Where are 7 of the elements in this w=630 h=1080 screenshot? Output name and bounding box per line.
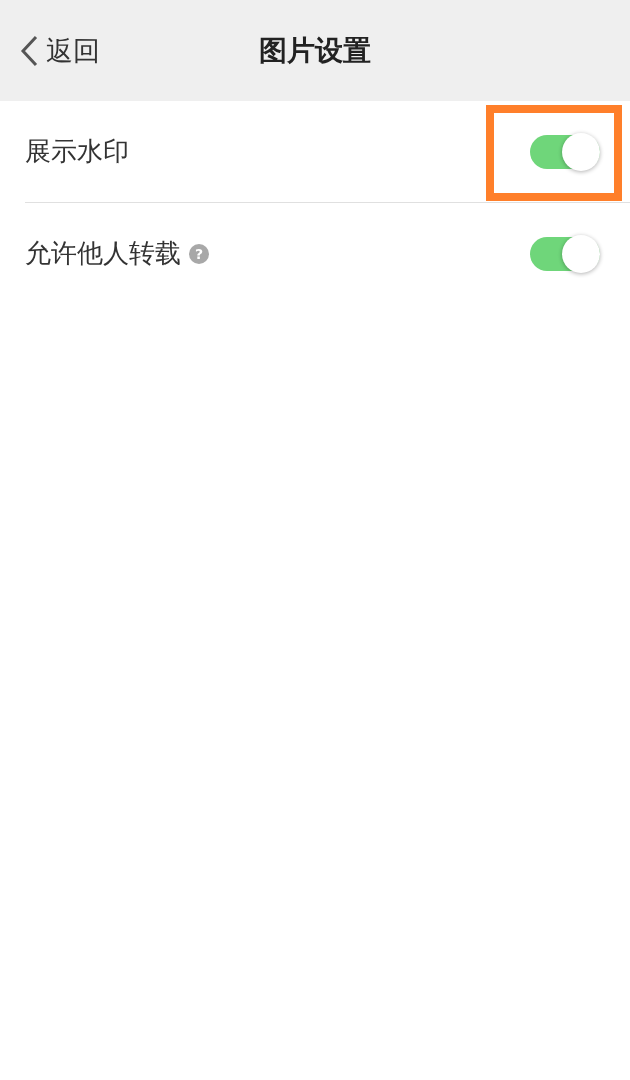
setting-label: 允许他人转载 [25, 237, 181, 270]
chevron-left-icon [20, 34, 38, 67]
toggle-switch[interactable] [530, 134, 600, 169]
toggle-switch[interactable] [530, 236, 600, 271]
back-button[interactable]: 返回 [0, 20, 100, 81]
page-title: 图片设置 [259, 32, 371, 69]
setting-label: 展示水印 [25, 135, 129, 168]
